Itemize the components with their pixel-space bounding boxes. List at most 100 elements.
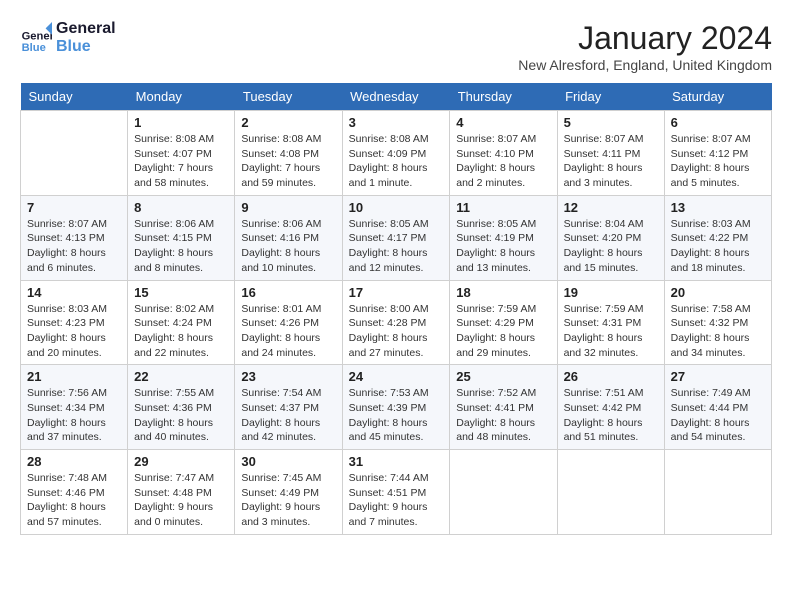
calendar-day-header: Monday [128,83,235,111]
day-info: Sunrise: 8:07 AM Sunset: 4:12 PM Dayligh… [671,132,765,191]
calendar-cell: 4Sunrise: 8:07 AM Sunset: 4:10 PM Daylig… [450,111,557,196]
day-number: 12 [564,200,658,215]
day-info: Sunrise: 7:58 AM Sunset: 4:32 PM Dayligh… [671,302,765,361]
calendar-cell: 16 Sunrise: 8:01 AM Sunset: 4:26 PM Dayli… [235,280,342,365]
day-info: Sunrise: 8:05 AM Sunset: 4:19 PM Dayligh… [456,217,550,276]
day-info: Sunrise: 7:59 AM Sunset: 4:29 PM Dayligh… [456,302,550,361]
day-number: 11 [456,200,550,215]
calendar-cell: 3 Sunrise: 8:08 AM Sunset: 4:09 PM Daylig… [342,111,450,196]
calendar-cell: 22 Sunrise: 7:55 AM Sunset: 4:36 PM Dayli… [128,365,235,450]
calendar-cell: 28 Sunrise: 7:48 AM Sunset: 4:46 PM Dayli… [21,450,128,535]
calendar-cell: 2Sunrise: 8:08 AM Sunset: 4:08 PM Daylig… [235,111,342,196]
day-info: Sunrise: 7:45 AM Sunset: 4:49 PM Dayligh… [241,471,335,530]
calendar-week-row: 7 Sunrise: 8:07 AM Sunset: 4:13 PM Daylig… [21,195,772,280]
calendar-cell: 21 Sunrise: 7:56 AM Sunset: 4:34 PM Dayli… [21,365,128,450]
day-number: 22 [134,369,228,384]
day-number: 17 [349,285,444,300]
calendar-cell [450,450,557,535]
calendar-day-header: Sunday [21,83,128,111]
day-number: 1 [134,115,228,130]
logo: General Blue General Blue [20,20,116,55]
calendar-cell: 6 Sunrise: 8:07 AM Sunset: 4:12 PM Daylig… [664,111,771,196]
calendar-week-row: 21 Sunrise: 7:56 AM Sunset: 4:34 PM Dayli… [21,365,772,450]
calendar-cell [557,450,664,535]
day-info: Sunrise: 7:48 AM Sunset: 4:46 PM Dayligh… [27,471,121,530]
calendar-cell: 15Sunrise: 8:02 AM Sunset: 4:24 PM Dayli… [128,280,235,365]
day-number: 16 [241,285,335,300]
day-info: Sunrise: 7:47 AM Sunset: 4:48 PM Dayligh… [134,471,228,530]
day-info: Sunrise: 8:07 AM Sunset: 4:13 PM Dayligh… [27,217,121,276]
day-info: Sunrise: 7:52 AM Sunset: 4:41 PM Dayligh… [456,386,550,445]
day-number: 3 [349,115,444,130]
day-number: 8 [134,200,228,215]
day-info: Sunrise: 7:56 AM Sunset: 4:34 PM Dayligh… [27,386,121,445]
day-number: 14 [27,285,121,300]
logo-line2: Blue [56,38,116,56]
day-info: Sunrise: 8:06 AM Sunset: 4:15 PM Dayligh… [134,217,228,276]
calendar-day-header: Friday [557,83,664,111]
calendar-cell: 8 Sunrise: 8:06 AM Sunset: 4:15 PM Daylig… [128,195,235,280]
day-number: 23 [241,369,335,384]
day-number: 18 [456,285,550,300]
day-info: Sunrise: 7:55 AM Sunset: 4:36 PM Dayligh… [134,386,228,445]
day-number: 21 [27,369,121,384]
calendar-week-row: 28 Sunrise: 7:48 AM Sunset: 4:46 PM Dayli… [21,450,772,535]
location: New Alresford, England, United Kingdom [518,57,772,73]
calendar-cell: 24Sunrise: 7:53 AM Sunset: 4:39 PM Dayli… [342,365,450,450]
day-info: Sunrise: 8:08 AM Sunset: 4:09 PM Dayligh… [349,132,444,191]
calendar-cell: 31Sunrise: 7:44 AM Sunset: 4:51 PM Dayli… [342,450,450,535]
day-number: 30 [241,454,335,469]
day-number: 10 [349,200,444,215]
calendar-cell: 9 Sunrise: 8:06 AM Sunset: 4:16 PM Daylig… [235,195,342,280]
calendar-cell: 18 Sunrise: 7:59 AM Sunset: 4:29 PM Dayli… [450,280,557,365]
day-info: Sunrise: 8:01 AM Sunset: 4:26 PM Dayligh… [241,302,335,361]
day-number: 26 [564,369,658,384]
day-info: Sunrise: 8:06 AM Sunset: 4:16 PM Dayligh… [241,217,335,276]
calendar-header-row: SundayMondayTuesdayWednesdayThursdayFrid… [21,83,772,111]
calendar-cell: 29 Sunrise: 7:47 AM Sunset: 4:48 PM Dayli… [128,450,235,535]
calendar-cell: 10Sunrise: 8:05 AM Sunset: 4:17 PM Dayli… [342,195,450,280]
calendar-cell: 23Sunrise: 7:54 AM Sunset: 4:37 PM Dayli… [235,365,342,450]
day-info: Sunrise: 8:08 AM Sunset: 4:07 PM Dayligh… [134,132,228,191]
day-number: 31 [349,454,444,469]
day-info: Sunrise: 7:59 AM Sunset: 4:31 PM Dayligh… [564,302,658,361]
day-info: Sunrise: 7:49 AM Sunset: 4:44 PM Dayligh… [671,386,765,445]
day-number: 24 [349,369,444,384]
calendar-cell: 20Sunrise: 7:58 AM Sunset: 4:32 PM Dayli… [664,280,771,365]
day-info: Sunrise: 8:03 AM Sunset: 4:22 PM Dayligh… [671,217,765,276]
logo-icon: General Blue [20,22,52,54]
month-title: January 2024 [518,20,772,57]
calendar-cell: 5Sunrise: 8:07 AM Sunset: 4:11 PM Daylig… [557,111,664,196]
calendar-cell: 25 Sunrise: 7:52 AM Sunset: 4:41 PM Dayli… [450,365,557,450]
calendar-table: SundayMondayTuesdayWednesdayThursdayFrid… [20,83,772,535]
svg-text:General: General [22,30,52,42]
day-number: 19 [564,285,658,300]
svg-text:Blue: Blue [22,41,46,53]
page-header: General Blue General Blue January 2024 N… [20,20,772,73]
day-number: 29 [134,454,228,469]
calendar-cell: 12 Sunrise: 8:04 AM Sunset: 4:20 PM Dayli… [557,195,664,280]
calendar-day-header: Tuesday [235,83,342,111]
calendar-week-row: 1 Sunrise: 8:08 AM Sunset: 4:07 PM Daylig… [21,111,772,196]
calendar-cell [664,450,771,535]
calendar-day-header: Thursday [450,83,557,111]
day-number: 6 [671,115,765,130]
calendar-cell: 27 Sunrise: 7:49 AM Sunset: 4:44 PM Dayli… [664,365,771,450]
day-number: 25 [456,369,550,384]
day-info: Sunrise: 8:07 AM Sunset: 4:11 PM Dayligh… [564,132,658,191]
calendar-cell: 19 Sunrise: 7:59 AM Sunset: 4:31 PM Dayli… [557,280,664,365]
day-info: Sunrise: 8:04 AM Sunset: 4:20 PM Dayligh… [564,217,658,276]
calendar-cell: 13 Sunrise: 8:03 AM Sunset: 4:22 PM Dayli… [664,195,771,280]
day-number: 7 [27,200,121,215]
calendar-cell: 11 Sunrise: 8:05 AM Sunset: 4:19 PM Dayli… [450,195,557,280]
calendar-cell: 7 Sunrise: 8:07 AM Sunset: 4:13 PM Daylig… [21,195,128,280]
calendar-cell: 30 Sunrise: 7:45 AM Sunset: 4:49 PM Dayli… [235,450,342,535]
day-number: 28 [27,454,121,469]
day-info: Sunrise: 8:00 AM Sunset: 4:28 PM Dayligh… [349,302,444,361]
calendar-cell: 14Sunrise: 8:03 AM Sunset: 4:23 PM Dayli… [21,280,128,365]
day-number: 27 [671,369,765,384]
calendar-week-row: 14Sunrise: 8:03 AM Sunset: 4:23 PM Dayli… [21,280,772,365]
day-number: 13 [671,200,765,215]
day-number: 9 [241,200,335,215]
day-number: 2 [241,115,335,130]
